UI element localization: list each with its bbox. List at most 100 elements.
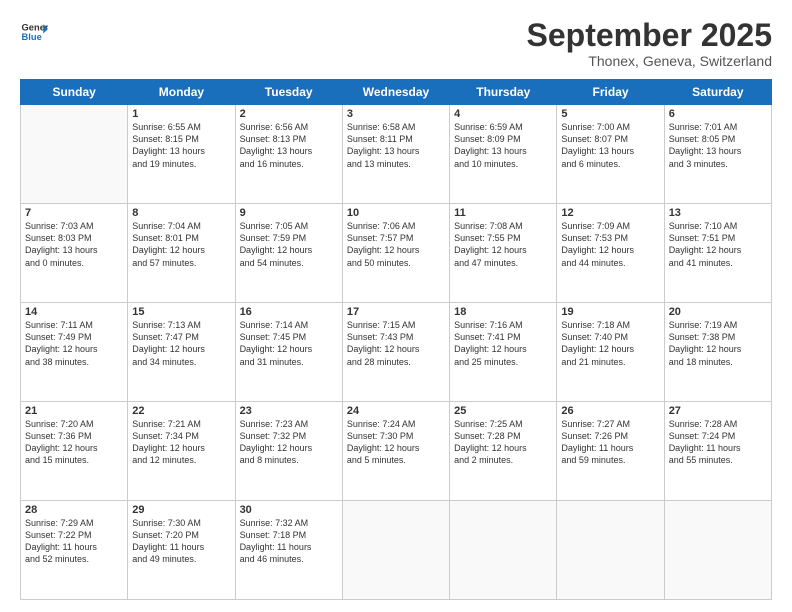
cell-info: Sunrise: 7:15 AM Sunset: 7:43 PM Dayligh… — [347, 319, 445, 368]
calendar-week-row: 28Sunrise: 7:29 AM Sunset: 7:22 PM Dayli… — [21, 501, 772, 600]
day-number: 10 — [347, 207, 445, 219]
calendar-cell: 25Sunrise: 7:25 AM Sunset: 7:28 PM Dayli… — [450, 402, 557, 501]
calendar-cell: 18Sunrise: 7:16 AM Sunset: 7:41 PM Dayli… — [450, 303, 557, 402]
weekday-row: SundayMondayTuesdayWednesdayThursdayFrid… — [21, 80, 772, 105]
calendar-cell: 13Sunrise: 7:10 AM Sunset: 7:51 PM Dayli… — [664, 204, 771, 303]
weekday-header: Monday — [128, 80, 235, 105]
cell-info: Sunrise: 7:08 AM Sunset: 7:55 PM Dayligh… — [454, 220, 552, 269]
cell-info: Sunrise: 7:16 AM Sunset: 7:41 PM Dayligh… — [454, 319, 552, 368]
cell-info: Sunrise: 7:10 AM Sunset: 7:51 PM Dayligh… — [669, 220, 767, 269]
weekday-header: Thursday — [450, 80, 557, 105]
calendar-cell: 16Sunrise: 7:14 AM Sunset: 7:45 PM Dayli… — [235, 303, 342, 402]
cell-info: Sunrise: 7:29 AM Sunset: 7:22 PM Dayligh… — [25, 517, 123, 566]
day-number: 12 — [561, 207, 659, 219]
cell-info: Sunrise: 7:13 AM Sunset: 7:47 PM Dayligh… — [132, 319, 230, 368]
calendar-cell — [21, 105, 128, 204]
calendar-cell: 24Sunrise: 7:24 AM Sunset: 7:30 PM Dayli… — [342, 402, 449, 501]
day-number: 20 — [669, 306, 767, 318]
calendar-cell: 19Sunrise: 7:18 AM Sunset: 7:40 PM Dayli… — [557, 303, 664, 402]
cell-info: Sunrise: 7:21 AM Sunset: 7:34 PM Dayligh… — [132, 418, 230, 467]
svg-text:Blue: Blue — [22, 32, 42, 42]
cell-info: Sunrise: 7:04 AM Sunset: 8:01 PM Dayligh… — [132, 220, 230, 269]
calendar-cell: 30Sunrise: 7:32 AM Sunset: 7:18 PM Dayli… — [235, 501, 342, 600]
calendar-page: General Blue September 2025 Thonex, Gene… — [0, 0, 792, 612]
day-number: 4 — [454, 108, 552, 120]
weekday-header: Wednesday — [342, 80, 449, 105]
calendar-cell — [342, 501, 449, 600]
weekday-header: Tuesday — [235, 80, 342, 105]
location: Thonex, Geneva, Switzerland — [527, 53, 772, 69]
weekday-header: Sunday — [21, 80, 128, 105]
logo-icon: General Blue — [20, 18, 48, 46]
day-number: 21 — [25, 405, 123, 417]
cell-info: Sunrise: 7:19 AM Sunset: 7:38 PM Dayligh… — [669, 319, 767, 368]
cell-info: Sunrise: 7:00 AM Sunset: 8:07 PM Dayligh… — [561, 121, 659, 170]
calendar-cell: 23Sunrise: 7:23 AM Sunset: 7:32 PM Dayli… — [235, 402, 342, 501]
day-number: 16 — [240, 306, 338, 318]
calendar-cell: 2Sunrise: 6:56 AM Sunset: 8:13 PM Daylig… — [235, 105, 342, 204]
day-number: 30 — [240, 504, 338, 516]
month-title: September 2025 — [527, 18, 772, 53]
cell-info: Sunrise: 7:32 AM Sunset: 7:18 PM Dayligh… — [240, 517, 338, 566]
day-number: 24 — [347, 405, 445, 417]
calendar-cell: 20Sunrise: 7:19 AM Sunset: 7:38 PM Dayli… — [664, 303, 771, 402]
calendar-cell: 10Sunrise: 7:06 AM Sunset: 7:57 PM Dayli… — [342, 204, 449, 303]
cell-info: Sunrise: 6:56 AM Sunset: 8:13 PM Dayligh… — [240, 121, 338, 170]
logo: General Blue — [20, 18, 48, 46]
day-number: 18 — [454, 306, 552, 318]
calendar-week-row: 14Sunrise: 7:11 AM Sunset: 7:49 PM Dayli… — [21, 303, 772, 402]
day-number: 15 — [132, 306, 230, 318]
title-block: September 2025 Thonex, Geneva, Switzerla… — [527, 18, 772, 69]
calendar-cell: 22Sunrise: 7:21 AM Sunset: 7:34 PM Dayli… — [128, 402, 235, 501]
calendar-cell: 15Sunrise: 7:13 AM Sunset: 7:47 PM Dayli… — [128, 303, 235, 402]
cell-info: Sunrise: 7:11 AM Sunset: 7:49 PM Dayligh… — [25, 319, 123, 368]
calendar-cell: 21Sunrise: 7:20 AM Sunset: 7:36 PM Dayli… — [21, 402, 128, 501]
day-number: 28 — [25, 504, 123, 516]
cell-info: Sunrise: 7:24 AM Sunset: 7:30 PM Dayligh… — [347, 418, 445, 467]
calendar-cell: 5Sunrise: 7:00 AM Sunset: 8:07 PM Daylig… — [557, 105, 664, 204]
calendar-cell: 28Sunrise: 7:29 AM Sunset: 7:22 PM Dayli… — [21, 501, 128, 600]
calendar-cell: 14Sunrise: 7:11 AM Sunset: 7:49 PM Dayli… — [21, 303, 128, 402]
weekday-header: Saturday — [664, 80, 771, 105]
calendar-header: SundayMondayTuesdayWednesdayThursdayFrid… — [21, 80, 772, 105]
cell-info: Sunrise: 7:06 AM Sunset: 7:57 PM Dayligh… — [347, 220, 445, 269]
cell-info: Sunrise: 6:59 AM Sunset: 8:09 PM Dayligh… — [454, 121, 552, 170]
calendar-cell: 3Sunrise: 6:58 AM Sunset: 8:11 PM Daylig… — [342, 105, 449, 204]
day-number: 29 — [132, 504, 230, 516]
calendar-cell: 7Sunrise: 7:03 AM Sunset: 8:03 PM Daylig… — [21, 204, 128, 303]
cell-info: Sunrise: 7:25 AM Sunset: 7:28 PM Dayligh… — [454, 418, 552, 467]
day-number: 26 — [561, 405, 659, 417]
calendar-cell: 1Sunrise: 6:55 AM Sunset: 8:15 PM Daylig… — [128, 105, 235, 204]
calendar-cell: 17Sunrise: 7:15 AM Sunset: 7:43 PM Dayli… — [342, 303, 449, 402]
calendar-cell — [557, 501, 664, 600]
cell-info: Sunrise: 6:55 AM Sunset: 8:15 PM Dayligh… — [132, 121, 230, 170]
day-number: 7 — [25, 207, 123, 219]
cell-info: Sunrise: 7:14 AM Sunset: 7:45 PM Dayligh… — [240, 319, 338, 368]
calendar-cell: 6Sunrise: 7:01 AM Sunset: 8:05 PM Daylig… — [664, 105, 771, 204]
cell-info: Sunrise: 6:58 AM Sunset: 8:11 PM Dayligh… — [347, 121, 445, 170]
cell-info: Sunrise: 7:01 AM Sunset: 8:05 PM Dayligh… — [669, 121, 767, 170]
calendar-week-row: 7Sunrise: 7:03 AM Sunset: 8:03 PM Daylig… — [21, 204, 772, 303]
calendar-cell: 12Sunrise: 7:09 AM Sunset: 7:53 PM Dayli… — [557, 204, 664, 303]
cell-info: Sunrise: 7:20 AM Sunset: 7:36 PM Dayligh… — [25, 418, 123, 467]
day-number: 22 — [132, 405, 230, 417]
calendar-cell: 8Sunrise: 7:04 AM Sunset: 8:01 PM Daylig… — [128, 204, 235, 303]
cell-info: Sunrise: 7:27 AM Sunset: 7:26 PM Dayligh… — [561, 418, 659, 467]
calendar-cell: 11Sunrise: 7:08 AM Sunset: 7:55 PM Dayli… — [450, 204, 557, 303]
day-number: 6 — [669, 108, 767, 120]
calendar-cell — [450, 501, 557, 600]
day-number: 14 — [25, 306, 123, 318]
day-number: 23 — [240, 405, 338, 417]
day-number: 2 — [240, 108, 338, 120]
calendar-cell: 29Sunrise: 7:30 AM Sunset: 7:20 PM Dayli… — [128, 501, 235, 600]
day-number: 11 — [454, 207, 552, 219]
day-number: 3 — [347, 108, 445, 120]
cell-info: Sunrise: 7:03 AM Sunset: 8:03 PM Dayligh… — [25, 220, 123, 269]
cell-info: Sunrise: 7:05 AM Sunset: 7:59 PM Dayligh… — [240, 220, 338, 269]
day-number: 27 — [669, 405, 767, 417]
calendar-week-row: 1Sunrise: 6:55 AM Sunset: 8:15 PM Daylig… — [21, 105, 772, 204]
calendar-cell: 26Sunrise: 7:27 AM Sunset: 7:26 PM Dayli… — [557, 402, 664, 501]
cell-info: Sunrise: 7:30 AM Sunset: 7:20 PM Dayligh… — [132, 517, 230, 566]
day-number: 9 — [240, 207, 338, 219]
day-number: 19 — [561, 306, 659, 318]
